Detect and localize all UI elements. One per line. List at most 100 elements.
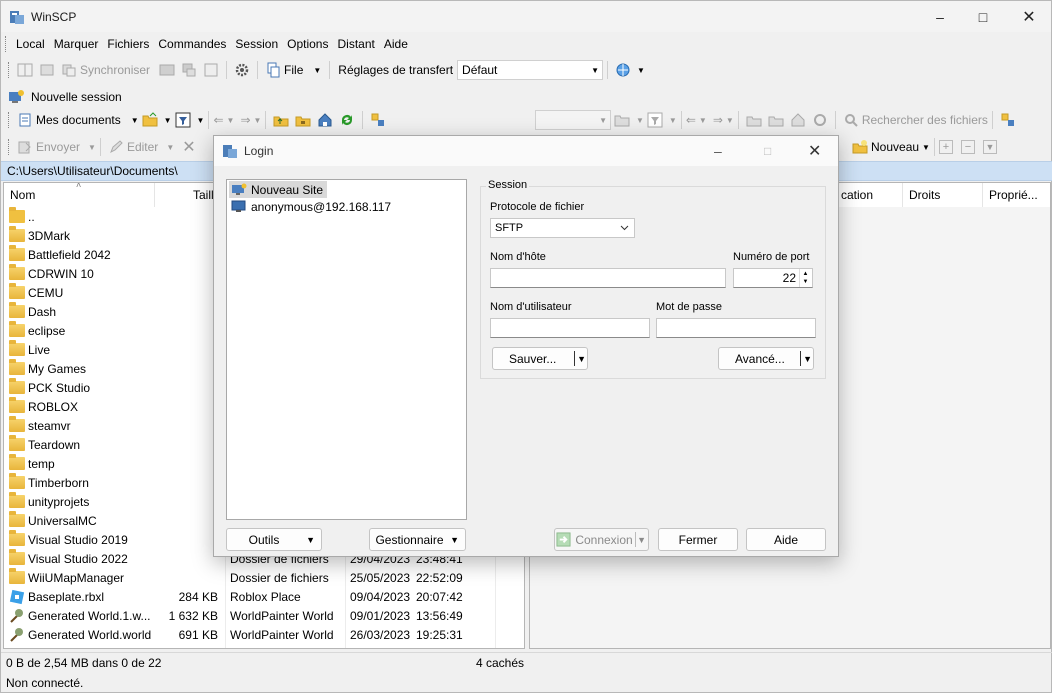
save-dropdown-icon[interactable]: ▼ [577, 354, 586, 364]
advanced-button[interactable]: Avancé... ▼ [718, 347, 814, 370]
save-button[interactable]: Sauver... ▼ [492, 347, 588, 370]
open-session-icon[interactable] [203, 62, 219, 78]
remote-location-select[interactable]: ▼ [535, 110, 611, 130]
root-dir-icon[interactable] [295, 112, 311, 128]
search-files-button[interactable]: Rechercher des fichiers [862, 113, 988, 127]
column-rights[interactable]: Droits [903, 183, 983, 207]
protocol-select[interactable]: SFTP [490, 218, 635, 238]
host-input[interactable] [490, 268, 726, 288]
compare-dirs-icon[interactable] [17, 62, 33, 78]
connect-button[interactable]: Connexion ▼ [554, 528, 649, 551]
menu-fichiers[interactable]: Fichiers [102, 37, 153, 51]
home-dir-icon[interactable] [317, 112, 333, 128]
login-close-button[interactable]: ✕ [808, 141, 821, 161]
menu-aide[interactable]: Aide [379, 37, 412, 51]
menu-options[interactable]: Options [282, 37, 332, 51]
folder-icon [9, 435, 25, 451]
menu-distant[interactable]: Distant [332, 37, 378, 51]
file-name: eclipse [28, 323, 66, 338]
upload-button[interactable]: Envoyer [36, 140, 80, 154]
manager-button[interactable]: Gestionnaire ▼ [369, 528, 466, 551]
site-item-anonymous[interactable]: anonymous@192.168.117 [229, 198, 391, 215]
remote-find-icon[interactable] [1000, 112, 1016, 128]
funnel-icon[interactable]: ▼ [982, 140, 997, 154]
new-session-button[interactable]: Nouvelle session [31, 90, 122, 104]
menu-commandes[interactable]: Commandes [153, 37, 230, 51]
local-path: C:\Users\Utilisateur\Documents\ [7, 164, 178, 178]
column-name[interactable]: Nom ˄ [4, 183, 155, 207]
file-type: Roblox Place [230, 589, 301, 604]
menu-marquer[interactable]: Marquer [49, 37, 103, 51]
close-dialog-button[interactable]: Fermer [658, 528, 738, 551]
login-title: Login [244, 144, 274, 158]
username-input[interactable] [490, 318, 650, 338]
file-name: 3DMark [28, 228, 71, 243]
remote-refresh-icon[interactable] [812, 112, 828, 128]
username-label: Nom d'utilisateur [490, 301, 572, 313]
remote-forward-icon[interactable]: ⇒ [713, 113, 723, 127]
login-minimize-button[interactable]: – [714, 143, 722, 159]
advanced-dropdown-icon[interactable]: ▼ [803, 354, 812, 364]
folder-icon [9, 226, 25, 242]
queue-file-icon[interactable] [265, 62, 281, 78]
refresh-icon[interactable] [339, 112, 355, 128]
parent-dir-icon[interactable] [273, 112, 289, 128]
open-folder-icon[interactable] [142, 112, 158, 128]
search-files-icon[interactable] [843, 112, 859, 128]
remote-back-icon[interactable]: ⇐ [686, 113, 696, 127]
local-back-icon[interactable]: ⇐ [213, 113, 223, 127]
close-button[interactable]: ✕ [1006, 1, 1052, 32]
upload-icon[interactable] [17, 139, 33, 155]
globe-sync-icon[interactable] [615, 62, 631, 78]
port-input[interactable]: 22 ▲ ▼ [733, 268, 813, 288]
remote-open-folder-icon[interactable] [614, 112, 630, 128]
remote-root-icon[interactable] [768, 112, 784, 128]
remote-filter-icon[interactable] [647, 112, 663, 128]
minus-icon[interactable]: − [960, 140, 975, 154]
table-row[interactable]: Generated World.1.w... 1 632 KB WorldPaint… [4, 606, 524, 625]
file-menu-button[interactable]: File [284, 63, 303, 77]
site-item-new[interactable]: Nouveau Site [229, 181, 328, 198]
console-icon[interactable] [159, 62, 175, 78]
menu-session[interactable]: Session [230, 37, 282, 51]
local-forward-icon[interactable]: ⇒ [240, 113, 250, 127]
column-owner[interactable]: Proprié... [983, 183, 1050, 207]
find-files-icon[interactable] [370, 112, 386, 128]
delete-icon[interactable]: ✕ [182, 137, 195, 157]
protocol-value: SFTP [495, 222, 524, 234]
tools-button[interactable]: Outils ▼ [226, 528, 322, 551]
sync-browse-icon[interactable] [39, 62, 55, 78]
table-row[interactable]: WiiUMapManager Dossier de fichiers 25/05/2… [4, 568, 524, 587]
connect-dropdown-icon[interactable]: ▼ [637, 535, 646, 545]
parent-folder-icon [9, 207, 25, 223]
edit-button[interactable]: Editer [127, 140, 158, 154]
new-button[interactable]: Nouveau [871, 140, 919, 154]
login-maximize-button[interactable]: □ [764, 144, 771, 158]
help-button[interactable]: Aide [746, 528, 826, 551]
chevron-down-icon [620, 225, 629, 231]
file-name: WiiUMapManager [28, 570, 125, 585]
password-input[interactable] [656, 318, 816, 338]
new-folder-icon[interactable] [852, 139, 868, 155]
menu-local[interactable]: Local [11, 37, 49, 51]
local-location-select[interactable]: Mes documents [36, 113, 121, 127]
edit-icon[interactable] [108, 139, 124, 155]
file-name: UniversalMC [28, 513, 97, 528]
table-row[interactable]: Generated World.world 691 KB WorldPainter … [4, 625, 524, 644]
synchronise-icon[interactable] [61, 62, 77, 78]
folder-icon [9, 359, 25, 375]
file-time: 22:52:09 [416, 570, 463, 585]
filter-icon[interactable] [175, 112, 191, 128]
remote-parent-icon[interactable] [746, 112, 762, 128]
putty-icon[interactable] [181, 62, 197, 78]
synchronise-button[interactable]: Synchroniser [80, 63, 150, 77]
column-location[interactable]: cation [835, 183, 903, 207]
table-row[interactable]: Baseplate.rbxl 284 KB Roblox Place 09/04/20… [4, 587, 524, 606]
preferences-gear-icon[interactable] [234, 62, 250, 78]
minimize-button[interactable]: – [917, 1, 963, 32]
port-spinner[interactable]: ▲ ▼ [799, 269, 811, 287]
transfer-settings-select[interactable]: Défaut ▼ [457, 60, 604, 80]
maximize-button[interactable]: □ [960, 1, 1006, 32]
plus-icon[interactable]: + [938, 140, 953, 154]
remote-home-icon[interactable] [790, 112, 806, 128]
